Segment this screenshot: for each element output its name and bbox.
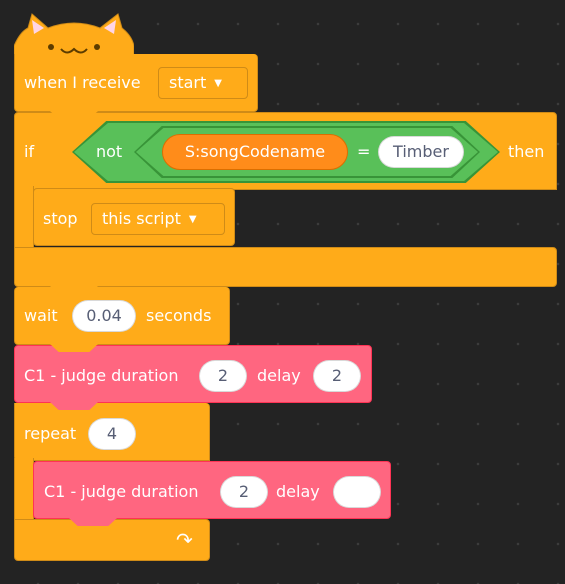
- message-dropdown[interactable]: start ▼: [158, 67, 248, 99]
- wait-seconds-input[interactable]: 0.04: [72, 300, 136, 332]
- repeat-label: repeat: [24, 424, 77, 443]
- duration-input[interactable]: 2: [199, 360, 247, 392]
- repeat-count-input[interactable]: 4: [88, 418, 136, 450]
- if-block-arm: [14, 186, 34, 252]
- seconds-label: seconds: [146, 306, 212, 325]
- judge-duration-label: C1 - judge duration: [24, 366, 179, 385]
- song-codename-variable[interactable]: S:songCodename: [162, 134, 348, 170]
- duration-input[interactable]: 2: [220, 476, 268, 508]
- stop-option-dropdown[interactable]: this script ▼: [91, 203, 225, 235]
- delay-input[interactable]: 2: [313, 360, 361, 392]
- chevron-down-icon: ▼: [214, 78, 222, 89]
- repeat-block-arm: [14, 458, 34, 524]
- compare-value-input[interactable]: Timber: [378, 136, 464, 168]
- when-i-receive-label: when I receive: [24, 73, 141, 92]
- message-name: start: [169, 73, 207, 92]
- delay-input[interactable]: [333, 476, 381, 508]
- delay-label: delay: [276, 482, 320, 501]
- if-label: if: [24, 142, 35, 161]
- chevron-down-icon: ▼: [188, 214, 197, 225]
- stop-option-value: this script: [102, 209, 181, 228]
- not-label: not: [96, 142, 123, 161]
- then-label: then: [508, 142, 545, 161]
- equals-sign: =: [357, 142, 371, 161]
- loop-arrow-icon: ↷: [176, 528, 193, 552]
- if-block-bottom: [14, 247, 557, 287]
- wait-label: wait: [24, 306, 58, 325]
- stop-label: stop: [43, 209, 78, 228]
- delay-label: delay: [257, 366, 301, 385]
- judge-duration-label: C1 - judge duration: [44, 482, 199, 501]
